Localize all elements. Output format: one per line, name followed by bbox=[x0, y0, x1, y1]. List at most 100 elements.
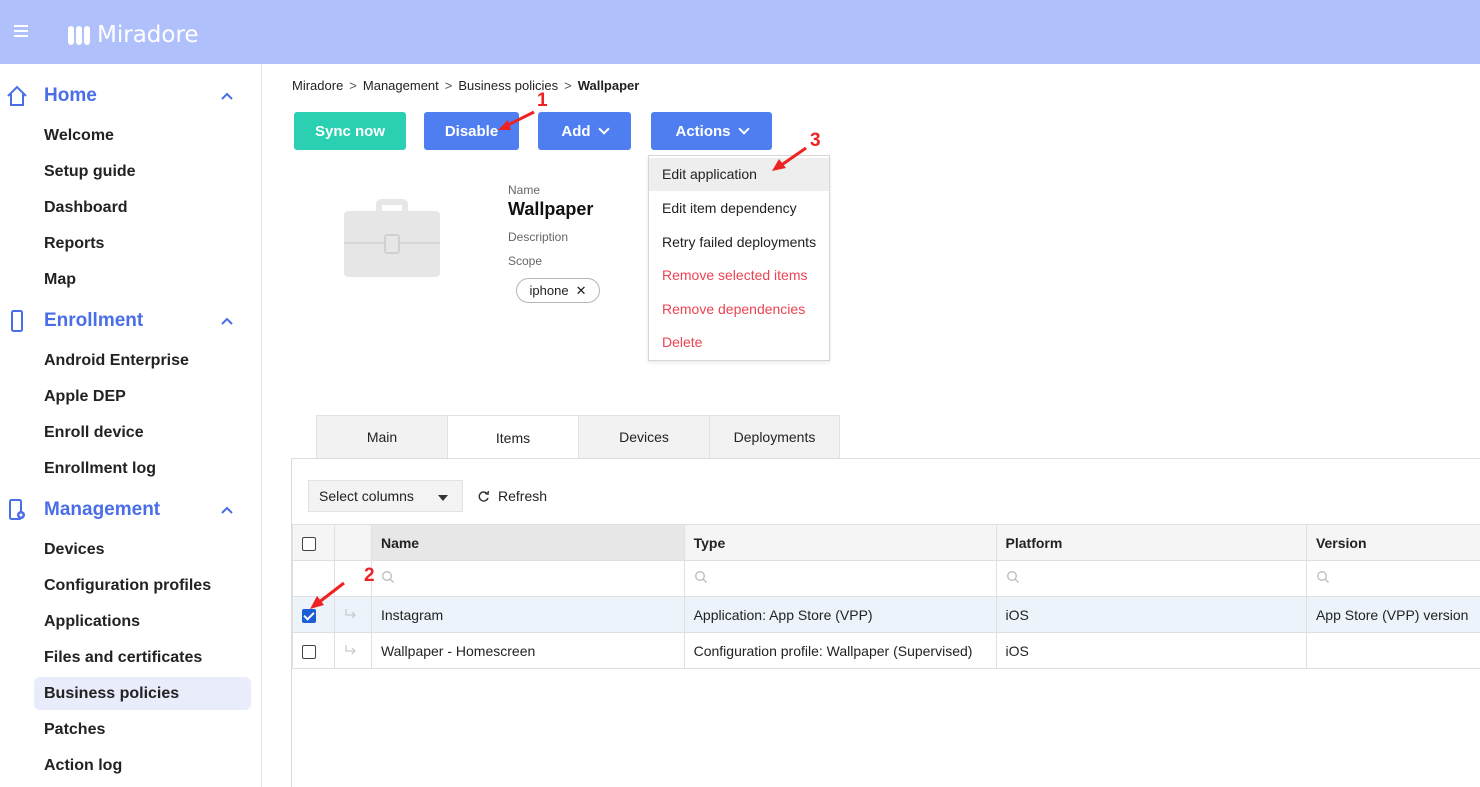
breadcrumb-current: Wallpaper bbox=[577, 78, 640, 93]
phone-icon bbox=[11, 310, 23, 332]
management-icon bbox=[9, 499, 25, 520]
select-columns-label: Select columns bbox=[319, 488, 414, 504]
sync-now-button[interactable]: Sync now bbox=[294, 112, 406, 150]
dropdown-arrow-icon bbox=[438, 495, 448, 501]
menu-item-edit-item-dependency[interactable]: Edit item dependency bbox=[649, 192, 829, 225]
grid-toolbar: Select columns Refresh bbox=[308, 480, 547, 512]
chevron-up-icon[interactable] bbox=[220, 314, 234, 328]
remove-tag-icon[interactable]: ✕ bbox=[576, 283, 587, 299]
breadcrumb-separator: > bbox=[349, 78, 357, 93]
column-header-type[interactable]: Type bbox=[683, 524, 997, 561]
breadcrumb: Miradore > Management > Business policie… bbox=[292, 78, 639, 93]
app-logo[interactable]: Miradore bbox=[68, 22, 199, 48]
refresh-button[interactable]: Refresh bbox=[477, 488, 547, 504]
version-filter-input[interactable] bbox=[1305, 560, 1480, 597]
platform-filter-input[interactable] bbox=[995, 560, 1307, 597]
sidebar-section-label: Home bbox=[44, 85, 97, 106]
sidebar-item-dashboard[interactable]: Dashboard bbox=[34, 191, 251, 224]
chevron-up-icon[interactable] bbox=[220, 503, 234, 517]
description-label: Description bbox=[508, 230, 569, 244]
cell-platform: iOS bbox=[995, 632, 1307, 669]
annotation-number-2: 2 bbox=[364, 565, 375, 586]
sidebar-item-map[interactable]: Map bbox=[34, 263, 251, 296]
scope-tag: iphone ✕ bbox=[516, 278, 600, 303]
breadcrumb-separator: > bbox=[444, 78, 453, 93]
hamburger-menu-icon[interactable] bbox=[14, 25, 28, 37]
sidebar-item-welcome[interactable]: Welcome bbox=[34, 119, 251, 152]
sidebar-item-configuration-profiles[interactable]: Configuration profiles bbox=[34, 569, 251, 602]
sidebar-item-reports[interactable]: Reports bbox=[34, 227, 251, 260]
select-columns-dropdown[interactable]: Select columns bbox=[308, 480, 463, 512]
cell-name: Wallpaper - Homescreen bbox=[370, 632, 685, 669]
dependency-cell bbox=[333, 632, 372, 669]
row-checkbox[interactable] bbox=[302, 644, 316, 659]
menu-item-delete[interactable]: Delete bbox=[649, 326, 829, 359]
search-icon bbox=[694, 571, 707, 583]
miradore-logo-icon bbox=[68, 25, 90, 45]
search-icon bbox=[382, 571, 394, 583]
sidebar-item-setup-guide[interactable]: Setup guide bbox=[34, 155, 251, 188]
menu-item-remove-selected-items[interactable]: Remove selected items bbox=[649, 259, 829, 292]
sidebar-item-patches[interactable]: Patches bbox=[34, 713, 251, 746]
cell-type: Application: App Store (VPP) bbox=[683, 596, 997, 633]
actions-label: Actions bbox=[675, 122, 731, 140]
breadcrumb-separator: > bbox=[564, 78, 572, 93]
tab-devices[interactable]: Devices bbox=[578, 415, 709, 459]
column-header-platform[interactable]: Platform bbox=[995, 524, 1307, 561]
annotation-arrow-2 bbox=[310, 581, 345, 609]
cell-version bbox=[1305, 632, 1480, 669]
dependency-arrow-icon bbox=[345, 644, 356, 654]
actions-button[interactable]: Actions bbox=[651, 112, 772, 150]
annotation-number-1: 1 bbox=[537, 90, 548, 111]
sidebar-item-enroll-device[interactable]: Enroll device bbox=[34, 416, 251, 449]
scope-label: Scope bbox=[508, 254, 543, 268]
chevron-down-icon bbox=[597, 123, 610, 135]
menu-item-retry-failed-deployments[interactable]: Retry failed deployments bbox=[649, 226, 829, 259]
tab-items[interactable]: Items bbox=[447, 415, 578, 460]
sidebar-item-enrollment-log[interactable]: Enrollment log bbox=[34, 452, 251, 485]
refresh-icon bbox=[478, 490, 490, 502]
tab-deployments[interactable]: Deployments bbox=[709, 415, 840, 459]
sidebar-item-business-policies[interactable]: Business policies bbox=[34, 677, 251, 710]
table-row[interactable]: Wallpaper - Homescreen Configuration pro… bbox=[292, 632, 1480, 669]
tab-main[interactable]: Main bbox=[316, 415, 447, 459]
sidebar: Home Welcome Setup guide Dashboard Repor… bbox=[0, 64, 262, 787]
sidebar-section-label: Enrollment bbox=[44, 310, 144, 331]
sidebar-section-enrollment[interactable]: Enrollment bbox=[0, 306, 262, 336]
actions-dropdown-menu: Edit application Edit item dependency Re… bbox=[648, 155, 830, 361]
cell-name: Instagram bbox=[370, 596, 685, 633]
sidebar-item-files-and-certificates[interactable]: Files and certificates bbox=[34, 641, 251, 674]
annotation-number-3: 3 bbox=[810, 130, 821, 151]
chevron-up-icon[interactable] bbox=[220, 89, 234, 103]
header-dependency-cell bbox=[333, 524, 372, 561]
name-filter-input[interactable] bbox=[370, 560, 685, 597]
sidebar-item-android-enterprise[interactable]: Android Enterprise bbox=[34, 344, 251, 377]
sidebar-item-applications[interactable]: Applications bbox=[34, 605, 251, 638]
name-label: Name bbox=[508, 183, 541, 197]
menu-item-remove-dependencies[interactable]: Remove dependencies bbox=[649, 293, 829, 326]
search-icon bbox=[1317, 571, 1329, 583]
sidebar-section-label: Management bbox=[44, 499, 161, 520]
type-filter-input[interactable] bbox=[683, 560, 997, 597]
row-checkbox-cell bbox=[292, 632, 335, 669]
sidebar-section-management[interactable]: Management bbox=[0, 495, 262, 525]
app-name: Miradore bbox=[97, 22, 199, 48]
items-table: Name Type Platform Version Instagram App… bbox=[292, 524, 1480, 669]
breadcrumb-item-miradore[interactable]: Miradore bbox=[292, 78, 343, 93]
column-header-name[interactable]: Name bbox=[370, 524, 685, 561]
sidebar-item-apple-dep[interactable]: Apple DEP bbox=[34, 380, 251, 413]
add-label: Add bbox=[561, 122, 591, 140]
cell-platform: iOS bbox=[995, 596, 1307, 633]
add-button[interactable]: Add bbox=[538, 112, 631, 150]
sidebar-item-action-log[interactable]: Action log bbox=[34, 749, 251, 782]
table-row[interactable]: Instagram Application: App Store (VPP) i… bbox=[292, 596, 1480, 633]
search-icon bbox=[1006, 571, 1019, 583]
column-header-version[interactable]: Version bbox=[1305, 524, 1480, 561]
scope-tag-label: iphone bbox=[529, 283, 569, 298]
sidebar-section-home[interactable]: Home bbox=[0, 81, 262, 111]
sidebar-item-devices[interactable]: Devices bbox=[34, 533, 251, 566]
select-all-checkbox[interactable] bbox=[302, 536, 316, 551]
breadcrumb-item-management[interactable]: Management bbox=[363, 78, 439, 93]
sync-now-label: Sync now bbox=[314, 122, 385, 140]
policy-name: Wallpaper bbox=[508, 199, 594, 219]
